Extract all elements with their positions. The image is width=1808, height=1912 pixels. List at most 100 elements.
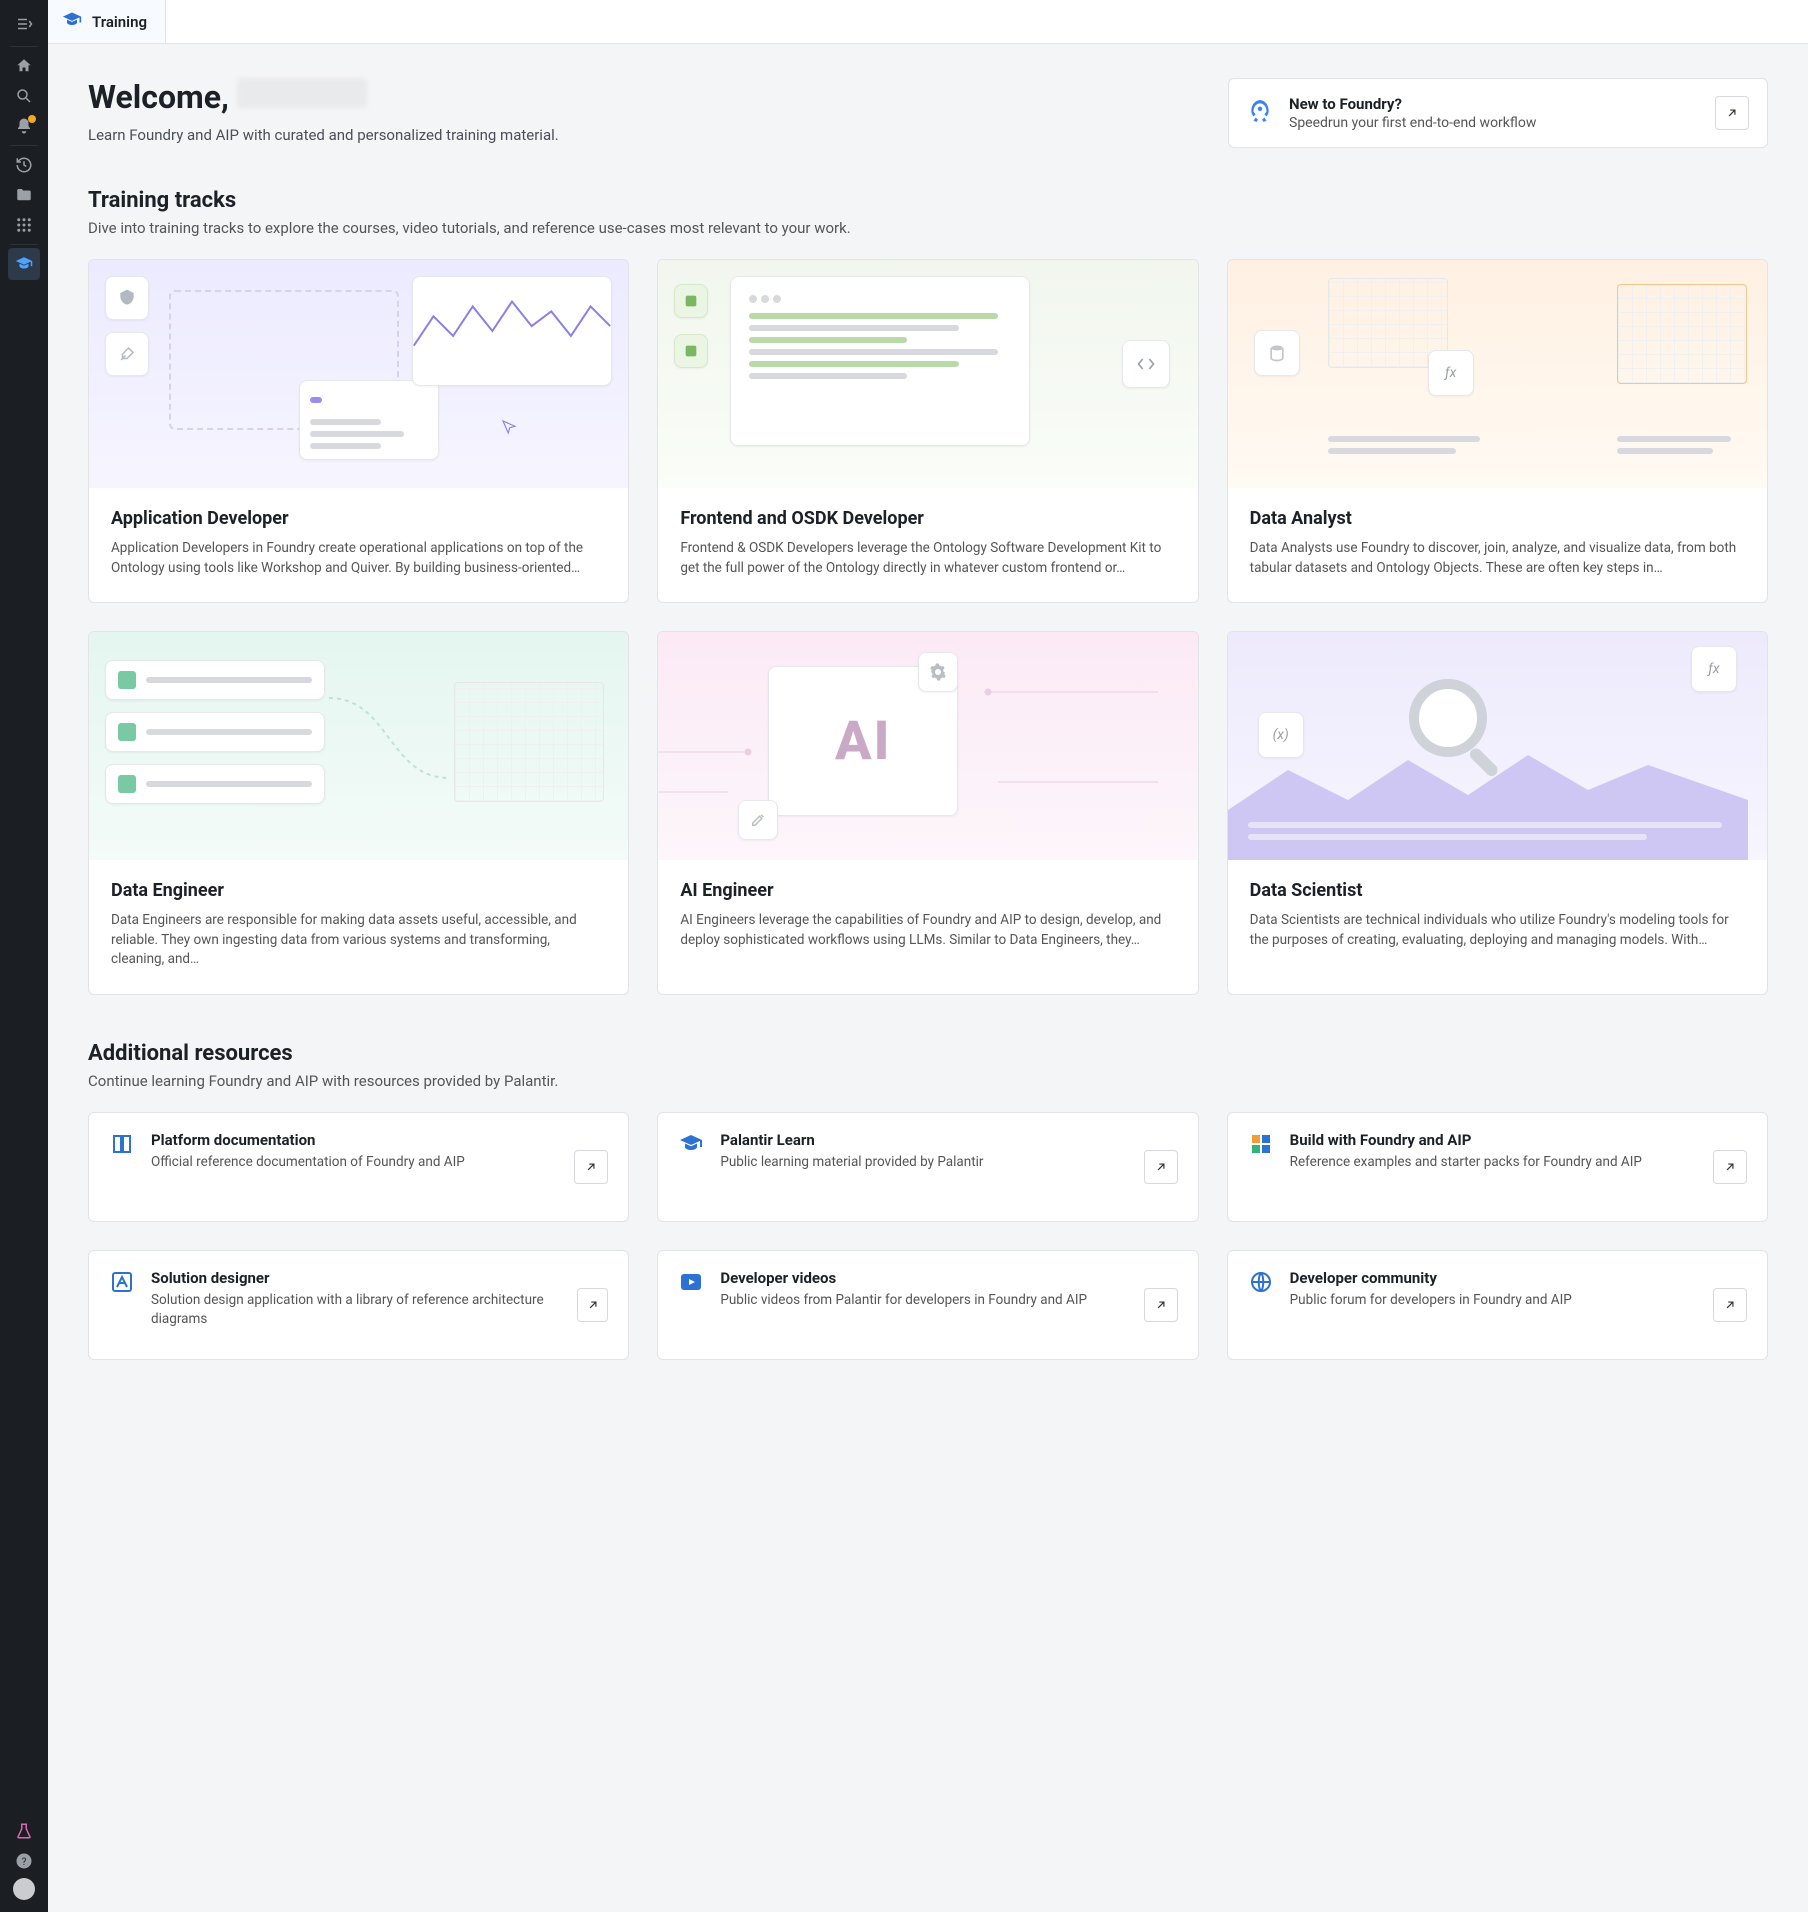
resource-desc: Public learning material provided by Pal…: [720, 1153, 983, 1172]
cap-icon: [678, 1131, 704, 1157]
resource-card[interactable]: Platform documentation Official referenc…: [88, 1112, 629, 1222]
nav-collapse-toggle[interactable]: [0, 6, 48, 42]
nav-history[interactable]: [0, 150, 48, 180]
resource-open-button[interactable]: [577, 1288, 608, 1322]
track-illustration: [89, 632, 628, 860]
resource-title: Developer community: [1290, 1269, 1572, 1287]
resource-card[interactable]: Palantir Learn Public learning material …: [657, 1112, 1198, 1222]
play-icon: [678, 1269, 704, 1295]
svg-text:?: ?: [22, 1857, 27, 1868]
nav-files[interactable]: [0, 180, 48, 210]
track-title: Frontend and OSDK Developer: [680, 508, 1175, 529]
resource-card[interactable]: Developer community Public forum for dev…: [1227, 1250, 1768, 1360]
nav-rail: ?: [0, 0, 48, 1912]
track-illustration: ƒx: [1228, 260, 1767, 488]
nav-home[interactable]: [0, 51, 48, 81]
track-illustration: (x)ƒx: [1228, 632, 1767, 860]
resource-open-button[interactable]: [1713, 1288, 1747, 1322]
resource-text: Build with Foundry and AIP Reference exa…: [1290, 1131, 1642, 1172]
track-title: Data Engineer: [111, 880, 606, 901]
track-card[interactable]: Application Developer Application Develop…: [88, 259, 629, 603]
resources-grid: Platform documentation Official referenc…: [88, 1112, 1768, 1360]
resource-text: Developer videos Public videos from Pala…: [720, 1269, 1087, 1310]
track-card[interactable]: AI AI Engineer AI Engineers leverage the c…: [657, 631, 1198, 995]
track-card[interactable]: Data Engineer Data Engineers are responsi…: [88, 631, 629, 995]
page-title: Welcome,: [88, 78, 559, 116]
welcome-subtitle: Learn Foundry and AIP with curated and p…: [88, 126, 559, 144]
topbar: Training: [48, 0, 1808, 44]
nav-search[interactable]: [0, 81, 48, 111]
app-tab-training[interactable]: Training: [48, 0, 166, 43]
track-title: Data Analyst: [1250, 508, 1745, 529]
resource-title: Platform documentation: [151, 1131, 465, 1149]
track-card[interactable]: (x)ƒxData ScientistData Scientists are t…: [1227, 631, 1768, 995]
resource-text: Platform documentation Official referenc…: [151, 1131, 465, 1172]
resource-text: Palantir Learn Public learning material …: [720, 1131, 983, 1172]
cta-title: New to Foundry?: [1289, 95, 1536, 113]
resource-desc: Public videos from Palantir for develope…: [720, 1291, 1087, 1310]
track-title: AI Engineer: [680, 880, 1175, 901]
resource-text: Solution designer Solution design applic…: [151, 1269, 561, 1329]
resource-desc: Reference examples and starter packs for…: [1290, 1153, 1642, 1172]
track-illustration: AI: [658, 632, 1197, 860]
content: Welcome, Learn Foundry and AIP with cura…: [48, 44, 1808, 1400]
cta-new-to-foundry[interactable]: New to Foundry? Speedrun your first end-…: [1228, 78, 1768, 148]
resources-title: Additional resources: [88, 1041, 1768, 1066]
nav-avatar[interactable]: [0, 1876, 48, 1912]
blocks-icon: [1248, 1131, 1274, 1157]
nav-help[interactable]: ?: [0, 1846, 48, 1876]
designer-icon: [109, 1269, 135, 1295]
track-card[interactable]: ƒx Data Analyst Data Analysts use Foundry …: [1227, 259, 1768, 603]
track-desc: Data Scientists are technical individual…: [1250, 911, 1745, 950]
track-desc: Data Engineers are responsible for makin…: [111, 911, 606, 970]
graduation-cap-icon: [8, 248, 40, 280]
resource-title: Palantir Learn: [720, 1131, 983, 1149]
resource-card[interactable]: Developer videos Public videos from Pala…: [657, 1250, 1198, 1360]
track-illustration: [658, 260, 1197, 488]
resource-text: Developer community Public forum for dev…: [1290, 1269, 1572, 1310]
track-title: Application Developer: [111, 508, 606, 529]
rocket-icon: [1247, 98, 1273, 128]
resource-open-button[interactable]: [1144, 1150, 1178, 1184]
resource-desc: Public forum for developers in Foundry a…: [1290, 1291, 1572, 1310]
nav-training[interactable]: [0, 249, 48, 279]
notification-badge: [28, 115, 36, 123]
hero-row: Welcome, Learn Foundry and AIP with cura…: [88, 78, 1768, 148]
resource-title: Solution designer: [151, 1269, 561, 1287]
cta-subtitle: Speedrun your first end-to-end workflow: [1289, 115, 1536, 131]
resources-subtitle: Continue learning Foundry and AIP with r…: [88, 1072, 1768, 1090]
welcome-greeting: Welcome,: [88, 78, 237, 116]
main-column: Training Welcome, Learn Foundry and AIP …: [48, 0, 1808, 1912]
resource-open-button[interactable]: [1713, 1150, 1747, 1184]
resource-title: Developer videos: [720, 1269, 1087, 1287]
app-tab-label: Training: [92, 13, 147, 31]
nav-divider: [10, 145, 38, 146]
welcome-block: Welcome, Learn Foundry and AIP with cura…: [88, 78, 559, 144]
cta-text: New to Foundry? Speedrun your first end-…: [1289, 95, 1536, 131]
nav-divider: [10, 46, 38, 47]
cta-open-button[interactable]: [1715, 96, 1749, 130]
tracks-subtitle: Dive into training tracks to explore the…: [88, 219, 1768, 237]
resource-desc: Official reference documentation of Foun…: [151, 1153, 465, 1172]
resource-desc: Solution design application with a libra…: [151, 1291, 561, 1329]
track-desc: Frontend & OSDK Developers leverage the …: [680, 539, 1175, 578]
track-illustration: [89, 260, 628, 488]
nav-lab[interactable]: [0, 1816, 48, 1846]
track-desc: Application Developers in Foundry create…: [111, 539, 606, 578]
nav-notifications[interactable]: [0, 111, 48, 141]
nav-apps[interactable]: [0, 210, 48, 240]
resource-open-button[interactable]: [574, 1150, 608, 1184]
resource-card[interactable]: Build with Foundry and AIP Reference exa…: [1227, 1112, 1768, 1222]
resource-card[interactable]: Solution designer Solution design applic…: [88, 1250, 629, 1360]
track-desc: AI Engineers leverage the capabilities o…: [680, 911, 1175, 950]
user-name-redacted: [237, 78, 367, 108]
resource-open-button[interactable]: [1144, 1288, 1178, 1322]
track-card[interactable]: Frontend and OSDK Developer Frontend & OS…: [657, 259, 1198, 603]
track-desc: Data Analysts use Foundry to discover, j…: [1250, 539, 1745, 578]
tracks-title: Training tracks: [88, 188, 1768, 213]
globe-icon: [1248, 1269, 1274, 1295]
avatar-icon: [13, 1878, 35, 1900]
resource-title: Build with Foundry and AIP: [1290, 1131, 1642, 1149]
tracks-grid: Application Developer Application Develop…: [88, 259, 1768, 995]
book-icon: [109, 1131, 135, 1157]
